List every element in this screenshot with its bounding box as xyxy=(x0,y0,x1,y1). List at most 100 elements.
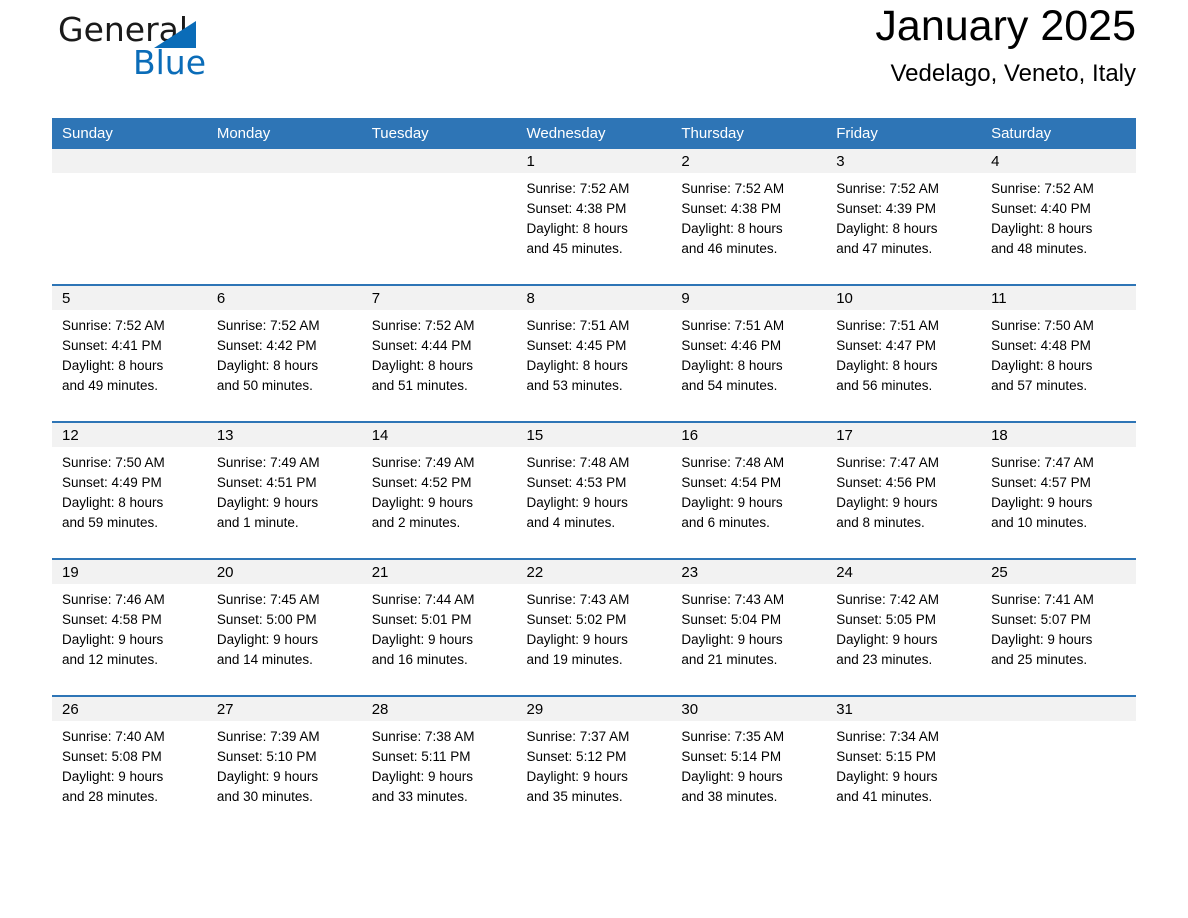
day-number: 8 xyxy=(516,286,672,310)
calendar-day-cell[interactable]: 15 Sunrise: 7:48 AM Sunset: 4:53 PM Dayl… xyxy=(516,421,672,559)
sunset-text: Sunset: 4:45 PM xyxy=(526,338,627,353)
day-number: 10 xyxy=(826,286,982,310)
sunrise-text: Sunrise: 7:39 AM xyxy=(216,729,320,744)
day-number xyxy=(206,149,362,173)
calendar-day-cell[interactable]: 12 Sunrise: 7:50 AM Sunset: 4:49 PM Dayl… xyxy=(52,421,207,559)
calendar-day-cell[interactable]: 5 Sunrise: 7:52 AM Sunset: 4:41 PM Dayli… xyxy=(52,284,207,422)
calendar-day-cell[interactable]: 14 Sunrise: 7:49 AM Sunset: 4:52 PM Dayl… xyxy=(361,421,517,559)
day-number: 5 xyxy=(52,286,207,310)
weekday-header-wednesday: Wednesday xyxy=(516,118,672,149)
calendar-day-cell[interactable]: 19 Sunrise: 7:46 AM Sunset: 4:58 PM Dayl… xyxy=(52,558,207,696)
day-number: 3 xyxy=(826,149,982,173)
daylight-text-line1: Daylight: 9 hours xyxy=(681,495,783,510)
daylight-text-line2: and 19 minutes. xyxy=(526,652,623,667)
calendar-day-cell[interactable]: 8 Sunrise: 7:51 AM Sunset: 4:45 PM Dayli… xyxy=(516,284,672,422)
calendar-day-cell[interactable]: 30 Sunrise: 7:35 AM Sunset: 5:14 PM Dayl… xyxy=(671,695,827,832)
daylight-text-line2: and 47 minutes. xyxy=(836,241,933,256)
calendar-day-cell[interactable]: 26 Sunrise: 7:40 AM Sunset: 5:08 PM Dayl… xyxy=(52,695,207,832)
page-title: January 2025 xyxy=(875,2,1136,50)
title-block: January 2025 Vedelago, Veneto, Italy xyxy=(875,0,1136,90)
weekday-header-saturday: Saturday xyxy=(981,118,1136,149)
sunset-text: Sunset: 5:07 PM xyxy=(991,612,1091,627)
day-details: Sunrise: 7:35 AM Sunset: 5:14 PM Dayligh… xyxy=(671,721,826,807)
calendar-day-cell[interactable]: 1 Sunrise: 7:52 AM Sunset: 4:38 PM Dayli… xyxy=(516,149,672,285)
day-number: 22 xyxy=(516,560,672,584)
daylight-text-line1: Daylight: 9 hours xyxy=(371,632,473,647)
day-details: Sunrise: 7:48 AM Sunset: 4:53 PM Dayligh… xyxy=(517,447,672,533)
calendar-day-cell[interactable]: 31 Sunrise: 7:34 AM Sunset: 5:15 PM Dayl… xyxy=(826,695,982,832)
daylight-text-line1: Daylight: 9 hours xyxy=(836,495,938,510)
calendar-day-cell[interactable]: 17 Sunrise: 7:47 AM Sunset: 4:56 PM Dayl… xyxy=(826,421,982,559)
day-number: 7 xyxy=(361,286,517,310)
day-details: Sunrise: 7:52 AM Sunset: 4:44 PM Dayligh… xyxy=(362,310,517,396)
daylight-text-line2: and 46 minutes. xyxy=(681,241,778,256)
sunset-text: Sunset: 5:04 PM xyxy=(681,612,782,627)
calendar-day-cell[interactable]: 10 Sunrise: 7:51 AM Sunset: 4:47 PM Dayl… xyxy=(826,284,982,422)
daylight-text-line2: and 59 minutes. xyxy=(62,515,159,530)
calendar-day-cell[interactable]: 9 Sunrise: 7:51 AM Sunset: 4:46 PM Dayli… xyxy=(671,284,827,422)
sunset-text: Sunset: 5:01 PM xyxy=(371,612,472,627)
calendar-day-cell[interactable]: 16 Sunrise: 7:48 AM Sunset: 4:54 PM Dayl… xyxy=(671,421,827,559)
calendar-day-cell[interactable]: 4 Sunrise: 7:52 AM Sunset: 4:40 PM Dayli… xyxy=(981,149,1136,285)
sunrise-text: Sunrise: 7:37 AM xyxy=(526,729,630,744)
sunrise-text: Sunrise: 7:52 AM xyxy=(836,181,940,196)
location-subtitle: Vedelago, Veneto, Italy xyxy=(890,60,1136,87)
calendar-day-cell[interactable]: 22 Sunrise: 7:43 AM Sunset: 5:02 PM Dayl… xyxy=(516,558,672,696)
day-number: 16 xyxy=(671,423,827,447)
calendar-day-cell[interactable]: 27 Sunrise: 7:39 AM Sunset: 5:10 PM Dayl… xyxy=(206,695,362,832)
daylight-text-line1: Daylight: 8 hours xyxy=(526,221,628,236)
weekday-header-sunday: Sunday xyxy=(52,118,207,149)
calendar-day-cell[interactable]: 21 Sunrise: 7:44 AM Sunset: 5:01 PM Dayl… xyxy=(361,558,517,696)
daylight-text-line1: Daylight: 8 hours xyxy=(62,358,164,373)
calendar-day-cell[interactable]: 11 Sunrise: 7:50 AM Sunset: 4:48 PM Dayl… xyxy=(981,284,1136,422)
day-number: 9 xyxy=(671,286,827,310)
calendar-day-cell[interactable] xyxy=(361,149,517,285)
sunset-text: Sunset: 5:00 PM xyxy=(216,612,317,627)
sunrise-text: Sunrise: 7:51 AM xyxy=(526,318,630,333)
calendar-day-cell[interactable]: 29 Sunrise: 7:37 AM Sunset: 5:12 PM Dayl… xyxy=(516,695,672,832)
weekday-header-friday: Friday xyxy=(826,118,982,149)
daylight-text-line1: Daylight: 9 hours xyxy=(991,495,1093,510)
daylight-text-line1: Daylight: 9 hours xyxy=(371,495,473,510)
daylight-text-line2: and 50 minutes. xyxy=(216,378,313,393)
calendar-day-cell[interactable]: 3 Sunrise: 7:52 AM Sunset: 4:39 PM Dayli… xyxy=(826,149,982,285)
daylight-text-line1: Daylight: 9 hours xyxy=(681,632,783,647)
sunrise-text: Sunrise: 7:49 AM xyxy=(371,455,475,470)
daylight-text-line2: and 48 minutes. xyxy=(991,241,1088,256)
day-number: 20 xyxy=(206,560,362,584)
calendar-day-cell[interactable] xyxy=(206,149,362,285)
calendar-day-cell[interactable]: 28 Sunrise: 7:38 AM Sunset: 5:11 PM Dayl… xyxy=(361,695,517,832)
calendar-day-cell[interactable]: 13 Sunrise: 7:49 AM Sunset: 4:51 PM Dayl… xyxy=(206,421,362,559)
sunset-text: Sunset: 4:57 PM xyxy=(991,475,1091,490)
day-number: 4 xyxy=(981,149,1136,173)
sunrise-text: Sunrise: 7:40 AM xyxy=(62,729,165,744)
day-number: 31 xyxy=(826,697,982,721)
calendar-day-cell[interactable]: 7 Sunrise: 7:52 AM Sunset: 4:44 PM Dayli… xyxy=(361,284,517,422)
daylight-text-line1: Daylight: 8 hours xyxy=(526,358,628,373)
day-details: Sunrise: 7:49 AM Sunset: 4:52 PM Dayligh… xyxy=(362,447,517,533)
daylight-text-line1: Daylight: 9 hours xyxy=(216,495,319,510)
sunrise-text: Sunrise: 7:43 AM xyxy=(526,592,630,607)
calendar-day-cell[interactable]: 2 Sunrise: 7:52 AM Sunset: 4:38 PM Dayli… xyxy=(671,149,827,285)
daylight-text-line2: and 51 minutes. xyxy=(371,378,468,393)
calendar-day-cell[interactable]: 20 Sunrise: 7:45 AM Sunset: 5:00 PM Dayl… xyxy=(206,558,362,696)
sunrise-text: Sunrise: 7:49 AM xyxy=(216,455,320,470)
calendar-day-cell[interactable]: 25 Sunrise: 7:41 AM Sunset: 5:07 PM Dayl… xyxy=(981,558,1136,696)
weekday-header-thursday: Thursday xyxy=(671,118,827,149)
calendar-day-cell[interactable]: 24 Sunrise: 7:42 AM Sunset: 5:05 PM Dayl… xyxy=(826,558,982,696)
sunset-text: Sunset: 4:51 PM xyxy=(216,475,317,490)
sunset-text: Sunset: 5:11 PM xyxy=(371,749,471,764)
calendar-week-row: 19 Sunrise: 7:46 AM Sunset: 4:58 PM Dayl… xyxy=(52,558,1136,696)
calendar-day-cell[interactable]: 18 Sunrise: 7:47 AM Sunset: 4:57 PM Dayl… xyxy=(981,421,1136,559)
calendar-day-cell[interactable]: 6 Sunrise: 7:52 AM Sunset: 4:42 PM Dayli… xyxy=(206,284,362,422)
day-number: 17 xyxy=(826,423,982,447)
sunrise-text: Sunrise: 7:38 AM xyxy=(371,729,475,744)
daylight-text-line1: Daylight: 9 hours xyxy=(526,769,628,784)
calendar-day-cell[interactable] xyxy=(52,149,207,285)
sunset-text: Sunset: 4:53 PM xyxy=(526,475,627,490)
day-details: Sunrise: 7:46 AM Sunset: 4:58 PM Dayligh… xyxy=(52,584,207,670)
day-number: 28 xyxy=(361,697,517,721)
day-details: Sunrise: 7:49 AM Sunset: 4:51 PM Dayligh… xyxy=(207,447,362,533)
calendar-day-cell[interactable] xyxy=(981,695,1136,832)
calendar-day-cell[interactable]: 23 Sunrise: 7:43 AM Sunset: 5:04 PM Dayl… xyxy=(671,558,827,696)
